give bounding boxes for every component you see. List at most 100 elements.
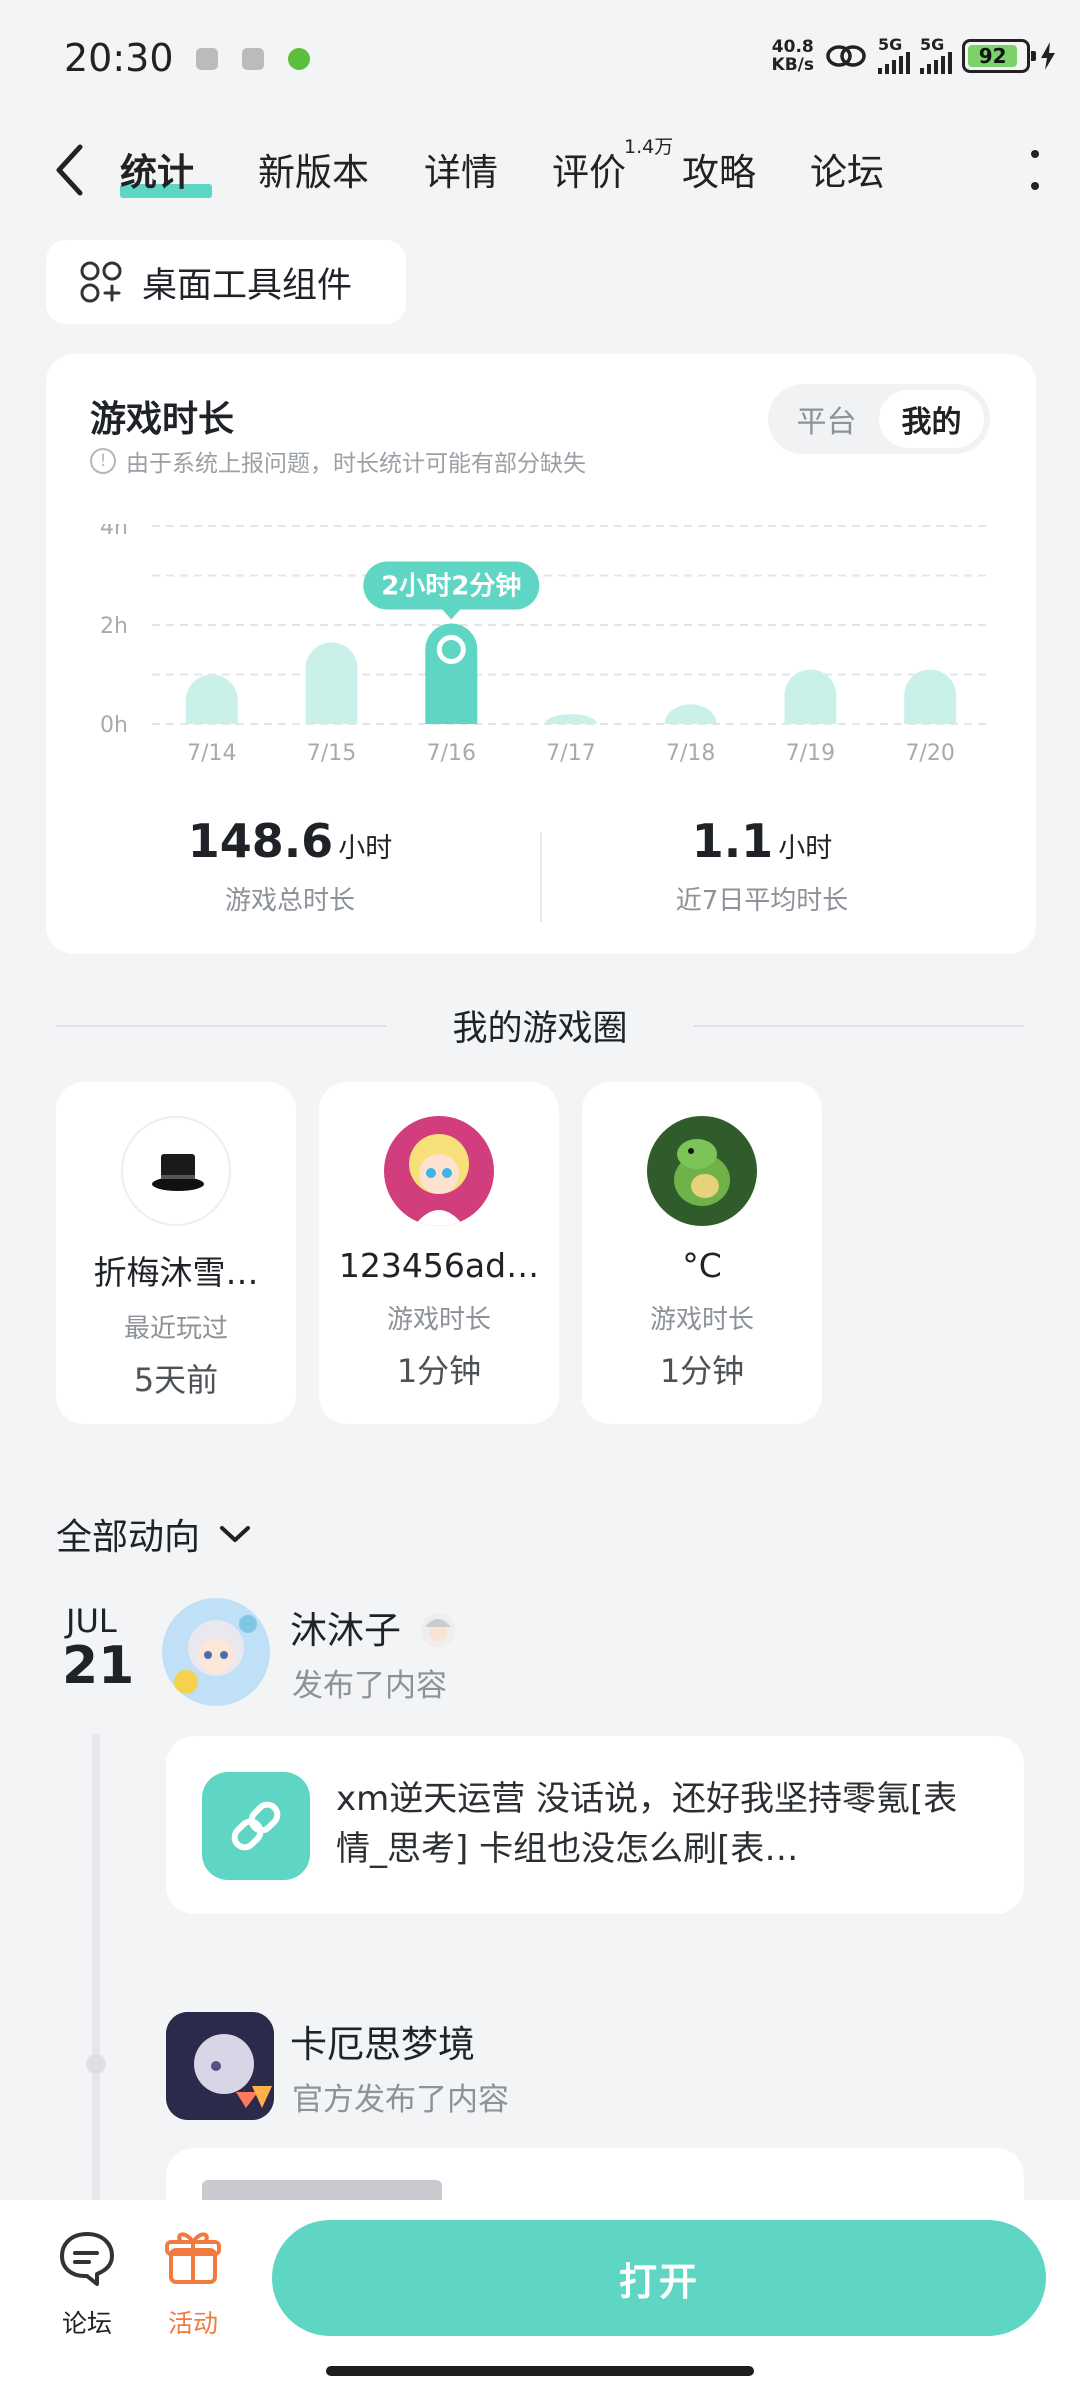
info-icon: ! xyxy=(90,448,116,474)
anime-avatar-icon xyxy=(409,1134,469,1226)
activity-filter-dropdown[interactable]: 全部动向 xyxy=(56,1508,252,1560)
post-user-name[interactable]: 沐沐子 xyxy=(290,1600,457,1654)
average-time-label: 近7日平均时长 xyxy=(675,886,849,916)
charging-bolt-icon xyxy=(1041,42,1055,70)
widgets-icon xyxy=(80,261,122,303)
x-tick-label: 7/15 xyxy=(307,741,356,766)
x-tick-label: 7/16 xyxy=(427,741,476,766)
tab-guides[interactable]: 攻略 xyxy=(682,142,756,196)
total-time-label: 游戏总时长 xyxy=(224,886,355,916)
toggle-platform[interactable]: 平台 xyxy=(774,390,879,448)
post-action-text: 发布了内容 xyxy=(292,1668,447,1704)
tab-reviews[interactable]: 评价 xyxy=(552,142,626,196)
tab-new-version[interactable]: 新版本 xyxy=(258,142,369,196)
chat-bubble-icon xyxy=(60,2232,114,2286)
chart-bar[interactable] xyxy=(664,704,717,724)
widget-button-label: 桌面工具组件 xyxy=(142,265,353,306)
game-logo-icon xyxy=(166,2012,274,2120)
post-text: xm逆天运营 没话说，还好我坚持零氪[表情_思考] 卡组也没怎么刷[表… xyxy=(336,1779,958,1869)
more-dot xyxy=(1031,182,1039,190)
average-time-metric: 1.1 小时 近7日平均时长 xyxy=(562,814,962,917)
anime-avatar-icon xyxy=(162,1598,270,1706)
play-time-bar-chart: 0h 2h 4h 7/14 7/15 7/16 2小时2分钟 7/17 7/18 7/19 7/20 xyxy=(100,524,990,766)
status-time: 20:30 xyxy=(64,36,174,80)
x-tick-label: 7/17 xyxy=(546,741,595,766)
average-time-value: 1.1 xyxy=(691,814,774,868)
play-time-card: 游戏时长 ! 由于系统上报问题，时长统计可能有部分缺失 平台 我的 0h 2h 4h… xyxy=(46,354,1036,954)
activity-button[interactable]: 活动 xyxy=(148,2228,238,2340)
friend-value: 5天前 xyxy=(133,1361,219,1399)
chart-bar[interactable] xyxy=(545,714,597,724)
friend-avatar xyxy=(647,1116,757,1226)
friend-meta: 最近玩过 xyxy=(123,1314,228,1344)
open-game-button[interactable]: 打开 xyxy=(272,2220,1046,2336)
chart-tooltip-arrow xyxy=(442,609,461,620)
toggle-mine[interactable]: 我的 xyxy=(879,390,984,448)
signal-bars-icon xyxy=(920,52,952,74)
friend-meta: 游戏时长 xyxy=(386,1305,491,1335)
more-menu-button[interactable] xyxy=(1020,150,1050,190)
y-tick-label: 2h xyxy=(100,614,128,639)
chart-bar[interactable] xyxy=(185,674,238,725)
home-indicator xyxy=(326,2366,754,2376)
friend-card[interactable]: 折梅沐雪… 最近玩过 5天前 xyxy=(56,1082,296,1424)
play-time-title: 游戏时长 xyxy=(90,399,235,440)
friend-avatar xyxy=(121,1116,231,1226)
app-notification-icon xyxy=(196,48,218,70)
chart-bar[interactable] xyxy=(784,669,837,724)
timeline-line xyxy=(92,1734,100,2200)
x-tick-label: 7/18 xyxy=(666,741,715,766)
friend-avatar xyxy=(384,1116,494,1226)
official-avatar[interactable] xyxy=(166,2012,274,2120)
chart-tooltip-text: 2小时2分钟 xyxy=(381,571,521,602)
link-icon xyxy=(826,45,866,67)
forum-label: 论坛 xyxy=(61,2309,112,2338)
gift-icon xyxy=(165,2232,221,2284)
post-card[interactable]: xm逆天运营 没话说，还好我坚持零氪[表情_思考] 卡组也没怎么刷[表… xyxy=(166,1736,1024,1914)
scope-toggle: 平台 我的 xyxy=(768,384,990,454)
chevron-down-icon xyxy=(220,1526,251,1542)
status-right: 40.8 KB/s 5G 5G 92 xyxy=(771,37,1056,75)
timeline-dot xyxy=(86,2054,106,2074)
link-post-icon xyxy=(202,1772,310,1880)
forum-button[interactable]: 论坛 xyxy=(42,2228,132,2340)
date-day: 21 xyxy=(62,1636,135,1696)
desktop-widget-button[interactable]: 桌面工具组件 xyxy=(46,240,406,324)
total-time-unit: 小时 xyxy=(338,833,393,864)
tab-stats[interactable]: 统计 xyxy=(120,142,194,196)
official-action-text: 官方发布了内容 xyxy=(292,2082,509,2118)
activity-label: 活动 xyxy=(167,2309,218,2338)
more-dot xyxy=(1031,150,1039,158)
top-hat-avatar-icon xyxy=(152,1154,204,1191)
friend-card[interactable]: °C 游戏时长 1分钟 xyxy=(582,1082,822,1424)
metric-divider xyxy=(540,832,542,922)
link-icon xyxy=(231,1801,281,1851)
chart-bar[interactable] xyxy=(305,642,358,724)
y-tick-label: 0h xyxy=(100,713,128,738)
friend-value: 1分钟 xyxy=(659,1352,745,1390)
user-badge-icon xyxy=(420,1613,455,1647)
friend-card[interactable]: 123456ad… 游戏时长 1分钟 xyxy=(319,1082,559,1424)
activity-filter-label: 全部动向 xyxy=(56,1517,201,1558)
date-month: JUL xyxy=(66,1602,117,1640)
friend-name: °C xyxy=(682,1246,722,1285)
charging-app-icon xyxy=(288,48,310,70)
tab-details[interactable]: 详情 xyxy=(424,142,498,196)
friend-name: 折梅沐雪… xyxy=(93,1253,259,1292)
y-tick-label: 4h xyxy=(100,524,128,540)
chart-bar[interactable] xyxy=(904,669,957,724)
friend-name: 123456ad… xyxy=(338,1246,540,1285)
tab-forum[interactable]: 论坛 xyxy=(810,142,884,196)
friend-meta: 游戏时长 xyxy=(649,1305,754,1335)
notification-icons xyxy=(196,48,310,70)
data-missing-note: ! 由于系统上报问题，时长统计可能有部分缺失 xyxy=(90,444,586,478)
dinosaur-avatar-icon xyxy=(674,1139,730,1206)
official-name[interactable]: 卡厄思梦境 xyxy=(290,2014,475,2068)
back-button[interactable] xyxy=(44,140,94,200)
network-speed: 40.8 KB/s xyxy=(771,37,814,75)
post-user-avatar[interactable] xyxy=(162,1598,270,1706)
signal-2: 5G xyxy=(920,37,952,74)
average-time-unit: 小时 xyxy=(778,833,833,864)
reviews-count-badge: 1.4万 xyxy=(624,136,674,158)
signal-bars-icon xyxy=(878,52,910,74)
